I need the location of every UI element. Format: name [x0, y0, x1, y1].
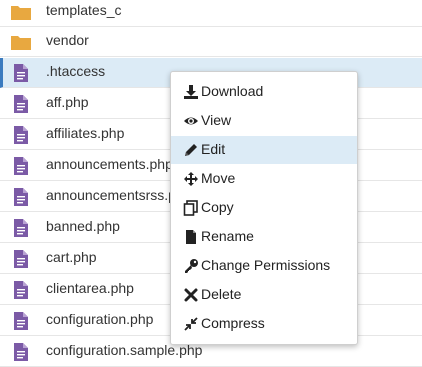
menu-item-delete[interactable]: Delete — [171, 281, 357, 309]
menu-label: Move — [201, 170, 236, 186]
x-icon — [183, 287, 199, 303]
file-name: vendor — [46, 32, 89, 48]
menu-item-view[interactable]: View — [171, 107, 357, 135]
menu-label: Edit — [201, 141, 226, 157]
file-name: configuration.php — [46, 311, 154, 327]
file-icon — [10, 281, 32, 299]
menu-item-copy[interactable]: Copy — [171, 194, 357, 222]
file-name: templates_c — [46, 2, 122, 18]
file-icon — [10, 126, 32, 144]
menu-label: Delete — [201, 286, 242, 302]
menu-item-compress[interactable]: Compress — [171, 310, 357, 338]
file-icon — [10, 250, 32, 268]
compress-icon — [183, 316, 199, 332]
menu-label: Compress — [201, 315, 265, 331]
pencil-icon — [183, 142, 199, 158]
file-name: .htaccess — [46, 63, 106, 79]
copy-icon — [183, 200, 199, 216]
menu-label: Rename — [201, 228, 254, 244]
menu-label: Download — [201, 83, 264, 99]
file-row-vendor[interactable]: vendor — [0, 27, 422, 57]
folder-icon — [10, 3, 32, 21]
menu-item-move[interactable]: Move — [171, 165, 357, 193]
file-icon — [10, 219, 32, 237]
menu-item-change-permissions[interactable]: Change Permissions — [171, 252, 357, 280]
menu-item-edit[interactable]: Edit — [171, 136, 357, 164]
file-icon — [10, 157, 32, 175]
file-row-templates_c[interactable]: templates_c — [0, 0, 422, 27]
download-icon — [183, 84, 199, 100]
file-name: announcements.php — [46, 156, 173, 172]
menu-label: Copy — [201, 199, 234, 215]
menu-item-download[interactable]: Download — [171, 78, 357, 106]
file-icon — [10, 188, 32, 206]
menu-item-rename[interactable]: Rename — [171, 223, 357, 251]
file-name: banned.php — [46, 218, 120, 234]
key-icon — [183, 258, 199, 274]
eye-icon — [183, 113, 199, 129]
move-arrows-icon — [183, 171, 199, 187]
file-name: cart.php — [46, 249, 97, 265]
file-icon — [10, 95, 32, 113]
menu-label: Change Permissions — [201, 257, 331, 273]
context-menu: Download View Edit Move Copy Rename Chan… — [170, 71, 358, 345]
file-icon — [183, 229, 199, 245]
file-name: aff.php — [46, 94, 89, 110]
file-icon — [10, 343, 32, 361]
file-name: clientarea.php — [46, 280, 134, 296]
file-name: affiliates.php — [46, 125, 125, 141]
file-icon — [10, 312, 32, 330]
folder-icon — [10, 33, 32, 51]
menu-label: View — [201, 112, 232, 128]
file-icon — [10, 64, 32, 82]
